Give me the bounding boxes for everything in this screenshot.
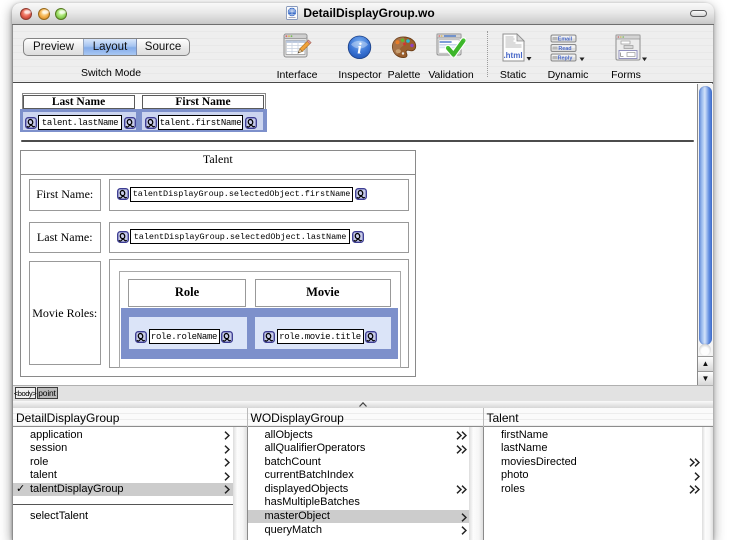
svg-text:.html: .html [503, 51, 522, 60]
svg-text:Reply: Reply [558, 56, 573, 62]
svg-text:Email: Email [558, 37, 573, 43]
svg-text:i: i [357, 41, 362, 58]
svg-text:Read: Read [558, 46, 571, 52]
